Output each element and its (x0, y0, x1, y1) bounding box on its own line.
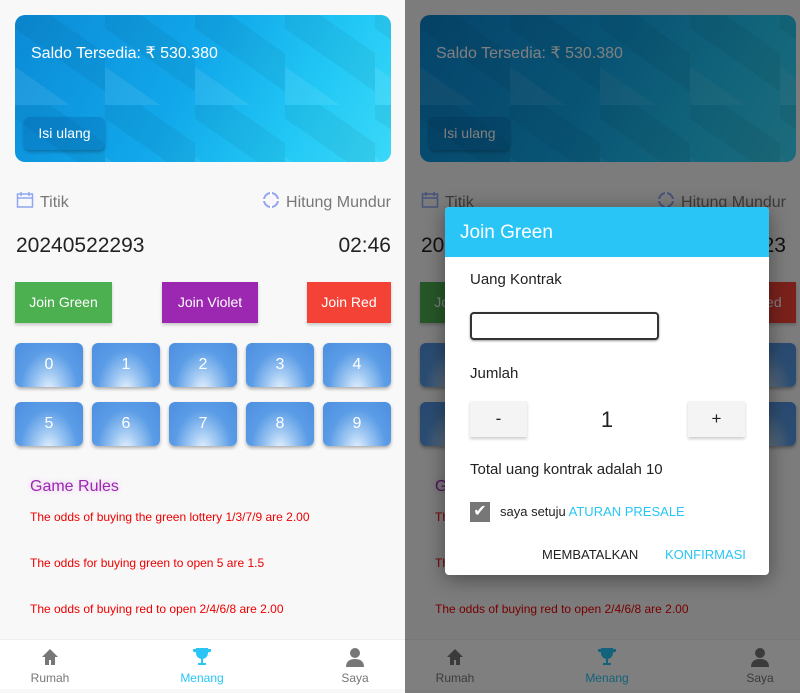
total-text: Total uang kontrak adalah 10 (470, 461, 663, 478)
dialog-title: Join Green (445, 207, 769, 257)
calendar-icon (16, 191, 34, 214)
increment-button[interactable]: + (688, 401, 745, 437)
user-icon (315, 646, 395, 668)
agree-checkbox[interactable]: ✔ (470, 502, 490, 522)
number-button-5[interactable]: 5 (15, 402, 83, 446)
wallet-card: Saldo Tersedia: ₹ 530.380 Isi ulang (15, 15, 391, 162)
target-icon (262, 191, 280, 214)
nav-label: Rumah (30, 671, 70, 685)
contract-input[interactable] (470, 312, 659, 340)
agree-text: saya setuju (500, 504, 569, 519)
join-green-button[interactable]: Join Green (15, 282, 112, 323)
nav-label: Menang (180, 671, 224, 685)
countdown-label: Hitung Mundur (262, 191, 391, 214)
number-button-8[interactable]: 8 (246, 402, 314, 446)
nav-menang[interactable]: Menang (162, 646, 242, 685)
bottom-nav: Rumah Menang Saya (0, 639, 405, 689)
recharge-button[interactable]: Isi ulang (24, 117, 105, 150)
nav-saya[interactable]: Saya (315, 646, 395, 685)
countdown-value: 02:46 (338, 234, 391, 257)
number-button-0[interactable]: 0 (15, 343, 83, 387)
quantity-value: 1 (600, 407, 614, 432)
contract-label: Uang Kontrak (470, 271, 562, 288)
presale-rules-link[interactable]: ATURAN PRESALE (569, 504, 685, 519)
confirm-button[interactable]: KONFIRMASI (665, 547, 746, 562)
agree-label: saya setuju ATURAN PRESALE (500, 504, 685, 519)
cancel-button[interactable]: MEMBATALKAN (542, 547, 638, 562)
join-red-button[interactable]: Join Red (307, 282, 391, 323)
home-icon (10, 646, 90, 668)
number-button-2[interactable]: 2 (169, 343, 237, 387)
join-violet-button[interactable]: Join Violet (162, 282, 258, 323)
trophy-icon (162, 646, 242, 668)
period-label: Titik (16, 191, 69, 214)
rule-item: The odds of buying red to open 2/4/6/8 a… (30, 602, 284, 616)
balance-text: Saldo Tersedia: ₹ 530.380 (31, 45, 218, 62)
number-button-9[interactable]: 9 (323, 402, 391, 446)
countdown-label-text: Hitung Mundur (286, 193, 391, 211)
join-dialog: Join Green Uang Kontrak Jumlah - 1 + Tot… (445, 207, 769, 575)
period-value: 20240522293 (16, 234, 145, 257)
number-button-4[interactable]: 4 (323, 343, 391, 387)
nav-rumah[interactable]: Rumah (10, 646, 90, 685)
number-button-7[interactable]: 7 (169, 402, 237, 446)
number-button-6[interactable]: 6 (92, 402, 160, 446)
quantity-label: Jumlah (470, 365, 519, 382)
nav-label: Saya (341, 671, 369, 685)
rule-item: The odds for buying green to open 5 are … (30, 556, 265, 570)
rules-title: Game Rules (30, 478, 119, 495)
number-button-3[interactable]: 3 (246, 343, 314, 387)
decrement-button[interactable]: - (470, 401, 527, 437)
number-button-1[interactable]: 1 (92, 343, 160, 387)
rule-item: The odds of buying the green lottery 1/3… (30, 510, 310, 524)
period-label-text: Titik (40, 193, 69, 211)
game-screen: Saldo Tersedia: ₹ 530.380 Isi ulang Titi… (0, 0, 405, 693)
